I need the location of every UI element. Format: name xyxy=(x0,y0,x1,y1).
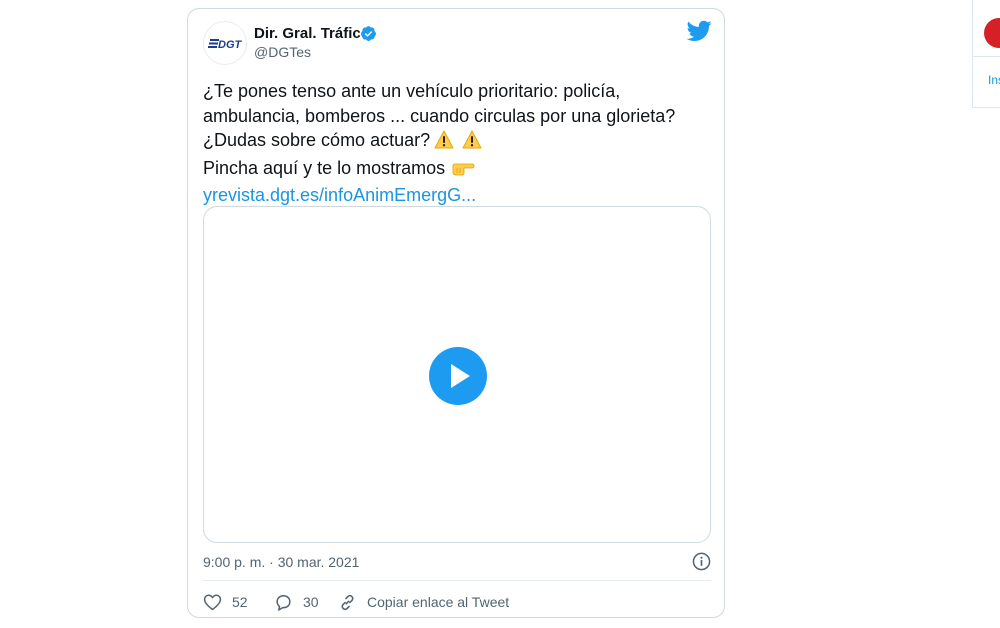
pointing-right-emoji-icon xyxy=(451,159,475,184)
twitter-bird-icon[interactable] xyxy=(687,20,712,42)
copy-link-button[interactable]: Copiar enlace al Tweet xyxy=(338,592,509,612)
warning-emoji-icon xyxy=(462,130,482,156)
divider xyxy=(973,56,1000,57)
tweet-timestamp[interactable]: 9:00 p. m. · 30 mar. 2021 xyxy=(203,554,359,570)
tweet-text-line: ¿Te pones tenso ante un vehículo priorit… xyxy=(203,81,621,101)
reply-icon xyxy=(276,594,291,611)
info-icon[interactable] xyxy=(692,552,711,571)
tweet-link-line: yrevista.dgt.es/infoAnimEmergG... xyxy=(203,183,713,208)
author-handle[interactable]: @DGTes xyxy=(254,44,311,60)
tweet-text-line-with-emojis: ¿Dudas sobre cómo actuar? xyxy=(203,128,713,156)
warning-emoji-icon xyxy=(434,130,454,156)
tweet-text: ¿Te pones tenso ante un vehículo priorit… xyxy=(203,79,713,208)
adjacent-avatar[interactable] xyxy=(984,18,1000,48)
author-name[interactable]: Dir. Gral. Tráfico xyxy=(254,25,370,42)
verified-badge-icon xyxy=(361,26,376,41)
like-button[interactable]: 52 xyxy=(203,592,248,612)
video-player[interactable] xyxy=(203,206,711,543)
play-icon xyxy=(451,364,470,388)
heart-icon xyxy=(203,594,222,611)
play-button[interactable] xyxy=(429,347,487,405)
reply-count: 30 xyxy=(303,594,319,610)
adjacent-card-partial: Ins xyxy=(972,0,1000,108)
divider xyxy=(203,580,711,581)
tweet-text-line-with-emoji: Pincha aquí y te lo mostramos xyxy=(203,156,713,184)
adjacent-card-text[interactable]: Ins xyxy=(988,73,1000,87)
like-count: 52 xyxy=(232,594,248,610)
dgt-logo: DGT xyxy=(208,39,243,51)
avatar-logo-text: DGT xyxy=(218,39,243,51)
tweet-link[interactable]: yrevista.dgt.es/infoAnimEmergG... xyxy=(203,185,476,205)
author-avatar[interactable]: DGT xyxy=(203,21,247,65)
reply-button[interactable]: 30 xyxy=(274,592,319,612)
tweet-text-line: ambulancia, bomberos ... cuando circulas… xyxy=(203,105,676,126)
link-icon xyxy=(341,594,354,610)
embedded-tweet: DGT Dir. Gral. Tráfico @DGTes ¿Te pones … xyxy=(187,8,725,618)
tweet-text-line: ¿Dudas sobre cómo actuar? xyxy=(203,130,431,150)
copy-link-label: Copiar enlace al Tweet xyxy=(367,594,510,610)
tweet-text-line: Pincha aquí y te lo mostramos xyxy=(203,157,446,178)
